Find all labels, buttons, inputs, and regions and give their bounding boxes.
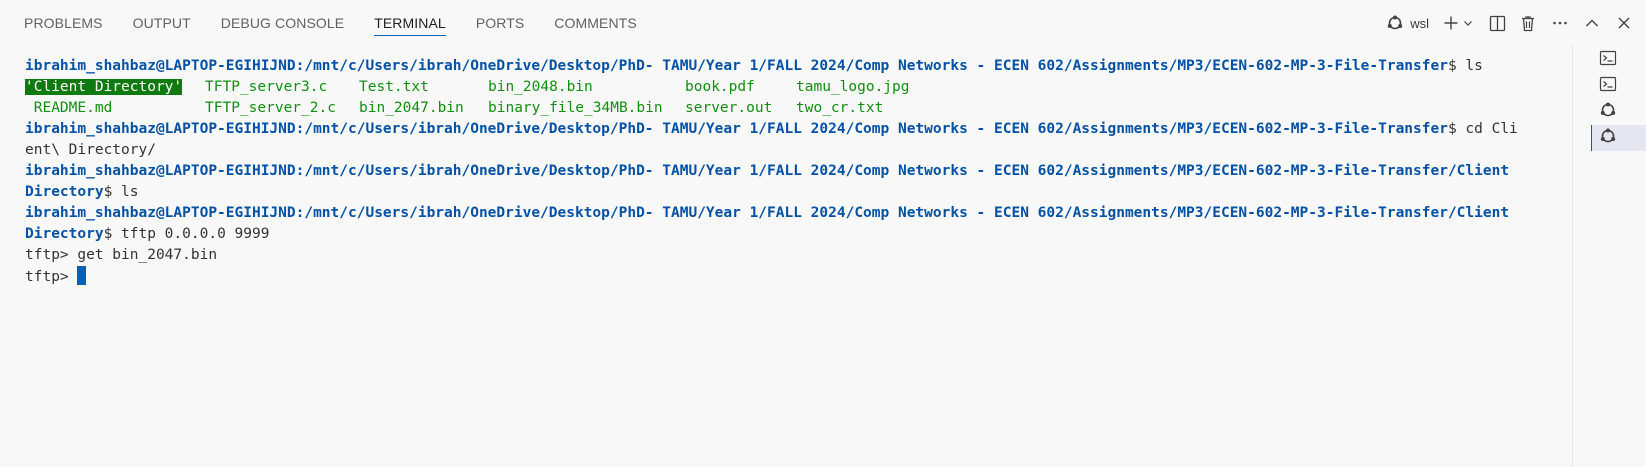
terminal-line: tftp> get bin_2047.bin — [25, 245, 1555, 266]
terminal-cursor — [77, 266, 87, 285]
terminal-line: tftp> — [25, 266, 1555, 287]
tab-output[interactable]: OUTPUT — [133, 0, 191, 46]
command-text: $ ls — [1447, 58, 1483, 74]
terminal-line: Directory$ tftp 0.0.0.0 9999 — [25, 224, 1555, 245]
command-text: ent\ Directory/ — [25, 142, 156, 158]
ls-entry: binary_file_34MB.bin — [488, 100, 663, 116]
ls-entry: tamu_logo.jpg — [796, 79, 910, 95]
maximize-panel-button[interactable] — [1584, 9, 1600, 37]
prompt: ibrahim_shahbaz@LAPTOP-EGIHIJND:/mnt/c/U… — [25, 163, 1510, 179]
split-editor-icon — [1489, 15, 1506, 32]
ls-output-row: README.md TFTP_server_2.c bin_2047.bin b… — [25, 98, 1555, 119]
command-text: $ ls — [103, 184, 139, 200]
terminal-tabs-list — [1591, 46, 1646, 467]
new-terminal-button[interactable] — [1443, 9, 1459, 37]
chevron-up-icon — [1584, 15, 1600, 31]
close-panel-button[interactable] — [1616, 9, 1632, 37]
directory-entry: 'Client Directory' — [25, 79, 183, 95]
terminal-line: ibrahim_shahbaz@LAPTOP-EGIHIJND:/mnt/c/U… — [25, 56, 1555, 77]
terminal-icon — [1599, 75, 1617, 98]
panel-tabs: PROBLEMS OUTPUT DEBUG CONSOLE TERMINAL P… — [24, 0, 667, 46]
command-text: $ cd Cli — [1447, 121, 1518, 137]
close-icon — [1616, 15, 1632, 31]
terminal-instance-4[interactable] — [1591, 125, 1646, 151]
ls-output-row: 'Client Directory' TFTP_server3.c Test.t… — [25, 77, 1555, 98]
ls-entry: README.md — [25, 100, 113, 116]
ls-entry: Test.txt — [359, 79, 429, 95]
trash-icon — [1520, 15, 1536, 32]
tab-comments[interactable]: COMMENTS — [554, 0, 636, 46]
terminal-line: ibrahim_shahbaz@LAPTOP-EGIHIJND:/mnt/c/U… — [25, 203, 1555, 224]
tab-problems[interactable]: PROBLEMS — [24, 0, 103, 46]
terminal-instance-3[interactable] — [1591, 99, 1646, 125]
command-text: tftp> get bin_2047.bin — [25, 247, 218, 263]
launch-profile-button[interactable] — [1463, 9, 1473, 37]
terminal-output[interactable]: ibrahim_shahbaz@LAPTOP-EGIHIJND:/mnt/c/U… — [25, 56, 1555, 456]
tab-ports[interactable]: PORTS — [476, 0, 524, 46]
split-terminal-button[interactable] — [1489, 9, 1506, 37]
tab-terminal[interactable]: TERMINAL — [374, 0, 446, 46]
shell-label: wsl — [1410, 15, 1429, 31]
ls-entry: TFTP_server_2.c — [205, 100, 336, 116]
ls-entry: TFTP_server3.c — [205, 79, 328, 95]
terminal-icon — [1599, 49, 1617, 72]
plus-icon — [1443, 15, 1459, 31]
prompt: ibrahim_shahbaz@LAPTOP-EGIHIJND:/mnt/c/U… — [25, 121, 1448, 137]
prompt: ibrahim_shahbaz@LAPTOP-EGIHIJND:/mnt/c/U… — [25, 205, 1510, 221]
ls-entry: book.pdf — [685, 79, 755, 95]
terminal-shell-selector[interactable]: wsl — [1386, 9, 1429, 37]
debug-console-icon — [1386, 14, 1404, 32]
terminal-line: Directory$ ls — [25, 182, 1555, 203]
terminal-instance-2[interactable] — [1591, 73, 1646, 99]
prompt: ibrahim_shahbaz@LAPTOP-EGIHIJND:/mnt/c/U… — [25, 58, 1448, 74]
command-text: tftp> — [25, 269, 78, 285]
ls-entry: bin_2047.bin — [359, 100, 464, 116]
panel-header: PROBLEMS OUTPUT DEBUG CONSOLE TERMINAL P… — [0, 0, 1646, 46]
ls-entry: server.out — [685, 100, 773, 116]
terminal-instance-1[interactable] — [1591, 47, 1646, 73]
ls-entry: bin_2048.bin — [488, 79, 593, 95]
panel-actions: wsl — [1374, 0, 1632, 46]
command-text: $ tftp 0.0.0.0 9999 — [103, 226, 270, 242]
terminal-line: ibrahim_shahbaz@LAPTOP-EGIHIJND:/mnt/c/U… — [25, 119, 1555, 140]
ellipsis-icon — [1552, 15, 1568, 31]
chevron-down-icon — [1463, 18, 1473, 28]
more-actions-button[interactable] — [1552, 9, 1568, 37]
ls-entry: 'Client Directory' — [25, 77, 205, 98]
ls-entry: two_cr.txt — [796, 100, 884, 116]
prompt: Directory — [25, 226, 104, 242]
debug-console-icon — [1599, 101, 1617, 124]
terminal-line: ibrahim_shahbaz@LAPTOP-EGIHIJND:/mnt/c/U… — [25, 161, 1555, 182]
prompt: Directory — [25, 184, 104, 200]
debug-console-icon — [1599, 127, 1617, 150]
tab-debug-console[interactable]: DEBUG CONSOLE — [221, 0, 344, 46]
kill-terminal-button[interactable] — [1520, 9, 1536, 37]
terminal-line: ent\ Directory/ — [25, 140, 1555, 161]
terminal-scrollbar[interactable] — [1572, 46, 1573, 467]
